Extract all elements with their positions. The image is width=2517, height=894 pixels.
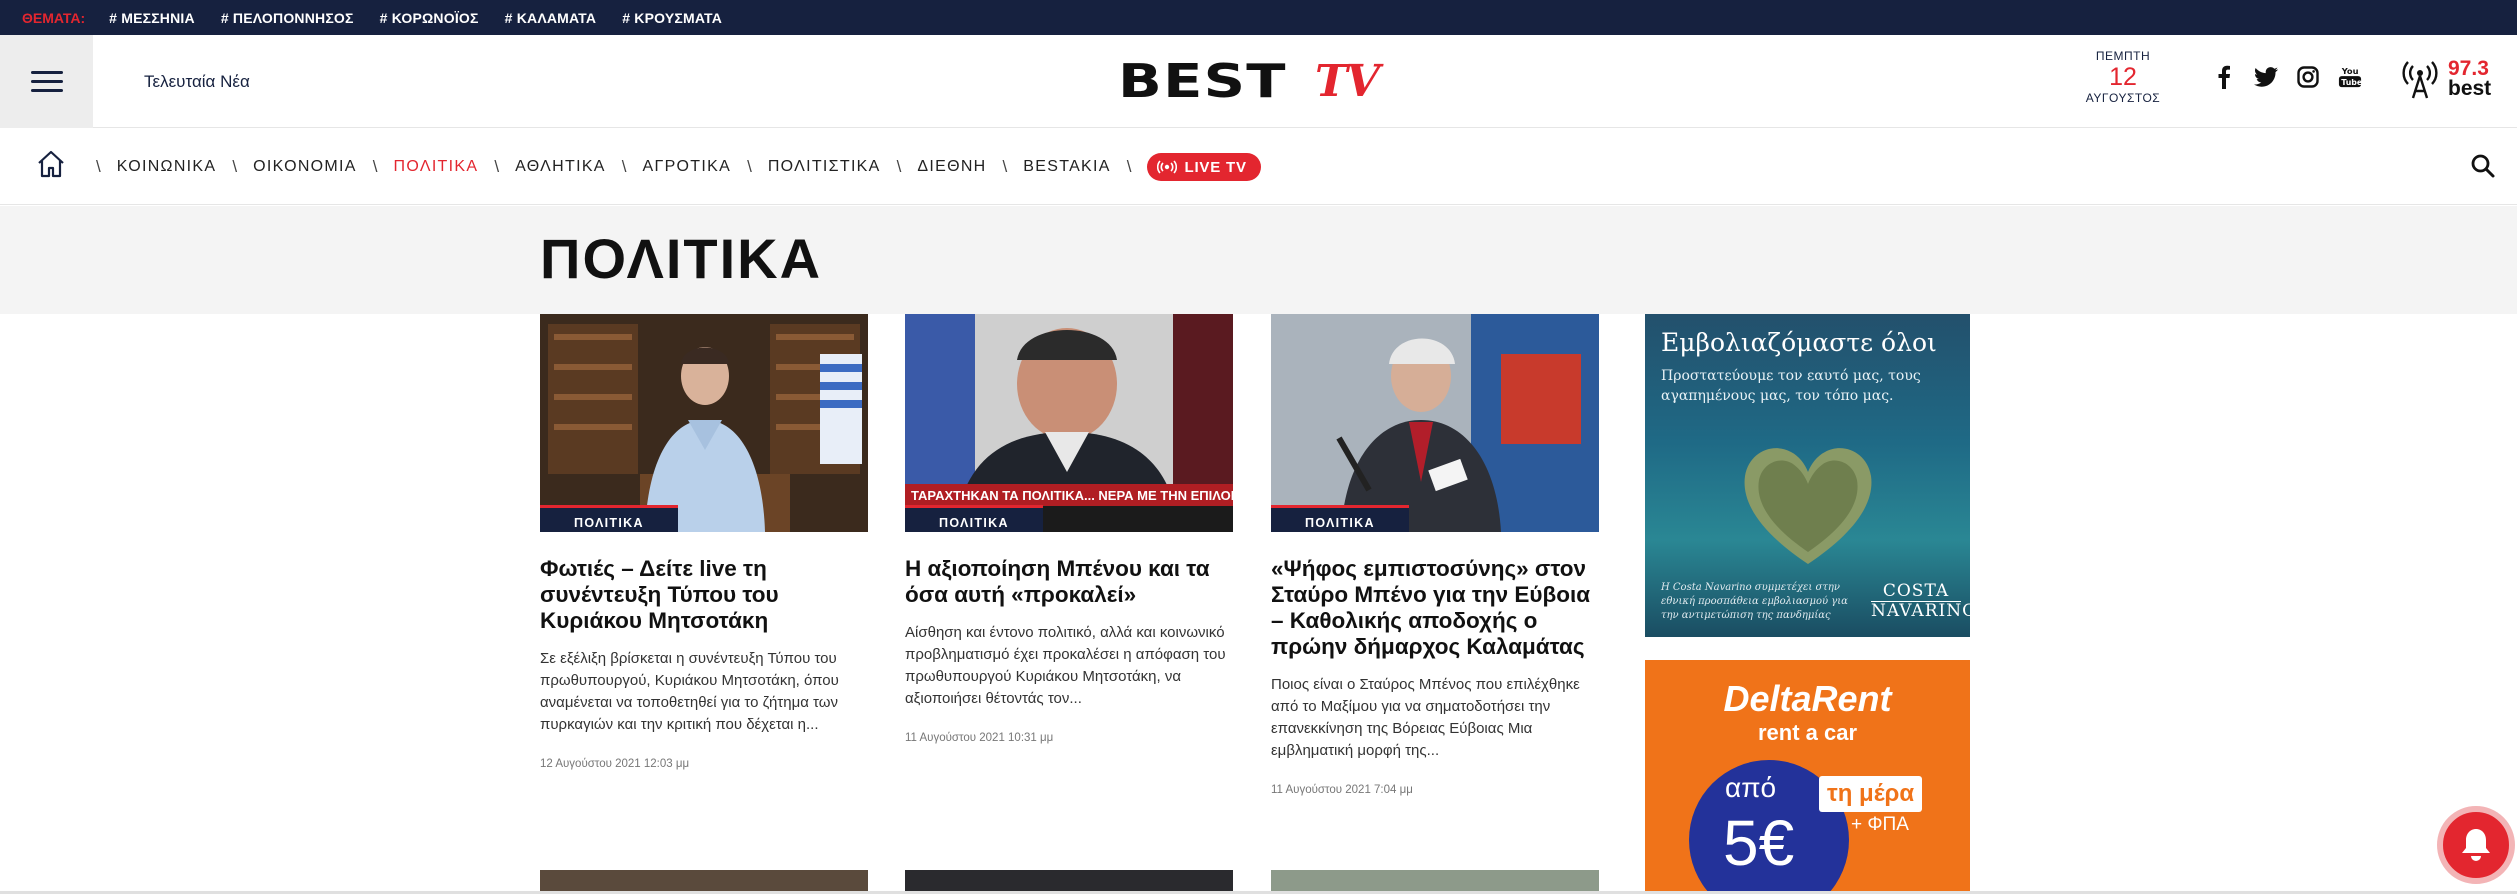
nav-item-politistika[interactable]: ΠΟΛΙΤΙΣΤΙΚΑ: [768, 158, 881, 176]
ad-subtitle: rent a car: [1757, 720, 1858, 745]
ad-brand: COSTA NAVARINO: [1871, 581, 1970, 621]
date-number: 12: [2109, 63, 2137, 91]
topic-tag-koronoios[interactable]: # ΚΟΡΩΝΟΪΟΣ: [380, 10, 479, 26]
ad-per-day: τη μέρα: [1819, 776, 1923, 812]
svg-text:Tube: Tube: [2341, 78, 2362, 87]
home-button[interactable]: [36, 149, 66, 184]
ad-headline: Εμβολιαζόμαστε όλοι: [1661, 328, 1937, 357]
article-image[interactable]: ΠΟΛΙΤΙΚΑ: [540, 314, 868, 532]
article-category-badge[interactable]: ΠΟΛΙΤΙΚΑ: [905, 505, 1043, 532]
menu-button[interactable]: [0, 35, 93, 128]
article-card[interactable]: ΠΟΛΙΤΙΚΑ Φωτιές – Δείτε live τη συνέντευ…: [540, 314, 868, 770]
search-button[interactable]: [2470, 153, 2496, 184]
live-tv-button[interactable]: LIVE TV: [1147, 153, 1261, 181]
radio-tower-icon: [2402, 61, 2438, 99]
search-icon: [2471, 154, 2495, 178]
article-card[interactable]: ΤΑΡΑΧΤΗΚΑΝ ΤΑ ΠΟΛΙΤΙΚΑ... ΝΕΡΑ ΜΕ ΤΗΝ ΕΠ…: [905, 314, 1233, 744]
category-items: \ ΚΟΙΝΩΝΙΚΑ \ ΟΙΚΟΝΟΜΙΑ \ ΠΟΛΙΤΙΚΑ \ ΑΘΛ…: [80, 129, 1261, 205]
ad-subtitle: Προστατεύουμε τον εαυτό μας, τους αγαπημ…: [1661, 368, 1921, 404]
svg-text:You: You: [2341, 66, 2359, 76]
topic-tag-peloponnisos[interactable]: # ΠΕΛΟΠΟΝΝΗΣΟΣ: [221, 10, 354, 26]
menu-icon-bar: [30, 80, 63, 83]
radio-name: best: [2448, 77, 2492, 100]
article-image[interactable]: ΤΑΡΑΧΤΗΚΑΝ ΤΑ ΠΟΛΙΤΙΚΑ... ΝΕΡΑ ΜΕ ΤΗΝ ΕΠ…: [905, 314, 1233, 532]
ad-brand: DeltaRent: [1723, 678, 1892, 719]
article-category-badge[interactable]: ΠΟΛΙΤΙΚΑ: [1271, 505, 1409, 532]
site-logo[interactable]: BEST TV: [1118, 54, 1380, 108]
site-header: Τελευταία Νέα BEST TV ΠΕΜΠΤΗ 12 ΑΥΓΟΥΣΤΟ…: [0, 35, 2517, 128]
ad-price: 5€: [1723, 807, 1795, 879]
topic-tag-krousmata[interactable]: # ΚΡΟΥΣΜΑΤΑ: [622, 10, 722, 26]
article-timestamp: 11 Αυγούστου 2021 10:31 μμ: [905, 732, 1054, 744]
ad-price-prefix: από: [1725, 772, 1777, 803]
logo-best-text: BEST: [1118, 54, 1287, 108]
instagram-icon[interactable]: [2296, 65, 2320, 89]
nav-item-diethni[interactable]: ΔΙΕΘΝΗ: [917, 158, 986, 176]
social-links: You Tube: [2212, 65, 2362, 89]
date-day: ΠΕΜΠΤΗ: [2095, 49, 2151, 63]
article-timestamp: 11 Αυγούστου 2021 7:04 μμ: [1271, 784, 1413, 796]
article-title[interactable]: «Ψήφος εμπιστοσύνης» στον Σταύρο Μπένο γ…: [1271, 556, 1599, 660]
nav-item-politika[interactable]: ΠΟΛΙΤΙΚΑ: [394, 158, 479, 176]
radio-link[interactable]: 97.3 best: [2402, 57, 2492, 100]
topics-bar: ΘΕΜΑΤΑ: # ΜΕΣΣΗΝΙΑ # ΠΕΛΟΠΟΝΝΗΣΟΣ # ΚΟΡΩ…: [0, 0, 2517, 35]
twitter-icon[interactable]: [2254, 65, 2278, 89]
live-tv-label: LIVE TV: [1184, 158, 1247, 176]
radio-frequency: 97.3: [2448, 57, 2489, 80]
date-month: ΑΥΓΟΥΣΤΟΣ: [2085, 91, 2161, 105]
youtube-icon[interactable]: You Tube: [2338, 65, 2362, 89]
advertisement-costa-navarino[interactable]: Εμβολιαζόμαστε όλοι Προστατεύουμε τον εα…: [1645, 314, 1970, 637]
ad-vat: + ΦΠΑ: [1851, 814, 1909, 835]
ad-fineprint: Η Costa Navarino συμμετέχει στην εθνική …: [1661, 582, 1848, 621]
logo-tv-text: TV: [1315, 55, 1380, 107]
latest-news-link[interactable]: Τελευταία Νέα: [144, 35, 250, 128]
image-caption-text: ΤΑΡΑΧΤΗΚΑΝ ΤΑ ΠΟΛΙΤΙΚΑ... ΝΕΡΑ ΜΕ ΤΗΝ ΕΠ…: [911, 488, 1233, 503]
bell-icon: [2462, 829, 2490, 861]
article-excerpt: Σε εξέλιξη βρίσκεται η συνέντευξη Τύπου …: [540, 650, 839, 733]
article-timestamp: 12 Αυγούστου 2021 12:03 μμ: [540, 758, 690, 770]
heart-island-image: [1744, 448, 1872, 564]
section-title: ΠΟΛΙΤΙΚΑ: [540, 227, 823, 290]
article-excerpt: Αίσθηση και έντονο πολιτικό, αλλά και κο…: [905, 624, 1226, 707]
date-widget: ΠΕΜΠΤΗ 12 ΑΥΓΟΥΣΤΟΣ: [2080, 49, 2166, 105]
article-title[interactable]: Φωτιές – Δείτε live τη συνέντευξη Τύπου …: [540, 556, 868, 634]
article-title[interactable]: Η αξιοποίηση Μπένου και τα όσα αυτή «προ…: [905, 556, 1233, 608]
article-card[interactable]: ΠΟΛΙΤΙΚΑ «Ψήφος εμπιστοσύνης» στον Σταύρ…: [1271, 314, 1599, 796]
menu-icon-bar: [30, 89, 63, 92]
topic-tag-kalamata[interactable]: # ΚΑΛΑΜΑΤΑ: [505, 10, 597, 26]
article-excerpt: Ποιος είναι ο Σταύρος Μπένος που επιλέχθ…: [1271, 676, 1580, 759]
article-image[interactable]: ΠΟΛΙΤΙΚΑ: [1271, 314, 1599, 532]
article-category-badge[interactable]: ΠΟΛΙΤΙΚΑ: [540, 505, 678, 532]
nav-item-oikonomia[interactable]: ΟΙΚΟΝΟΜΙΑ: [253, 158, 357, 176]
broadcast-icon: [1157, 160, 1178, 174]
topic-tag-messinia[interactable]: # ΜΕΣΣΗΝΙΑ: [109, 10, 195, 26]
section-header: ΠΟΛΙΤΙΚΑ: [0, 206, 2517, 314]
notification-bell-button[interactable]: [2437, 806, 2515, 884]
nav-item-agrotika[interactable]: ΑΓΡΟΤΙΚΑ: [643, 158, 732, 176]
advertisement-deltarent[interactable]: DeltaRent rent a car από 5€ τη μέρα + ΦΠ…: [1645, 660, 1970, 894]
nav-item-koinonika[interactable]: ΚΟΙΝΩΝΙΚΑ: [117, 158, 217, 176]
topics-label: ΘΕΜΑΤΑ:: [22, 9, 86, 26]
nav-item-bestakia[interactable]: BESTAKIA: [1023, 158, 1110, 176]
home-icon: [38, 150, 64, 178]
category-nav: \ ΚΟΙΝΩΝΙΚΑ \ ΟΙΚΟΝΟΜΙΑ \ ΠΟΛΙΤΙΚΑ \ ΑΘΛ…: [0, 129, 2517, 205]
nav-item-athlitika[interactable]: ΑΘΛΗΤΙΚΑ: [515, 158, 606, 176]
facebook-icon[interactable]: [2212, 65, 2236, 89]
menu-icon: [30, 71, 63, 74]
